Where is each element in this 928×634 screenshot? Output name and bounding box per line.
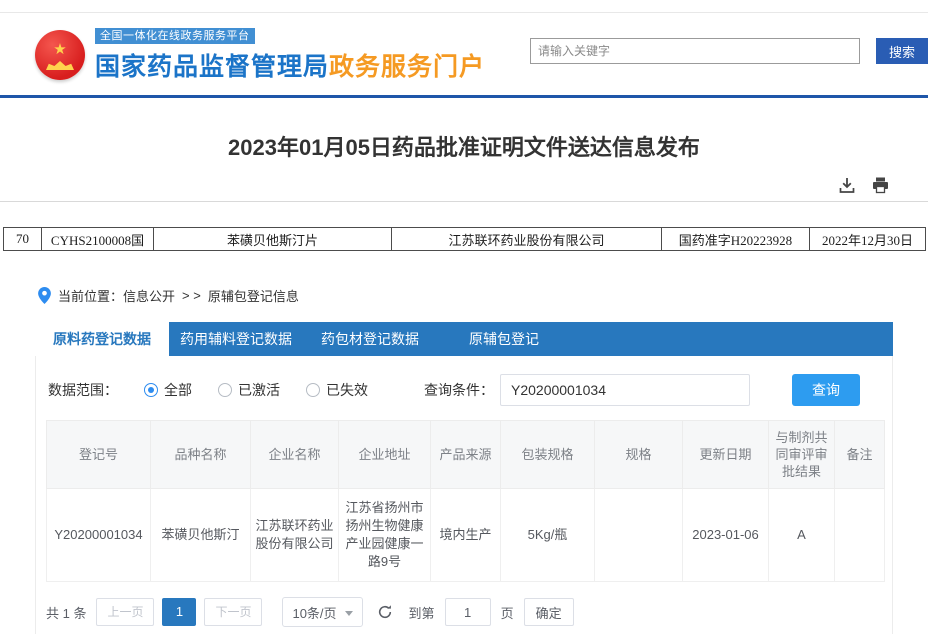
jump-unit: 页 xyxy=(501,603,514,622)
cell-company-address: 江苏省扬州市扬州生物健康产业园健康一路9号 xyxy=(339,489,431,582)
col-product-source: 产品来源 xyxy=(431,421,501,489)
site-name: 国家药品监督管理局 xyxy=(95,53,329,81)
col-spec: 规格 xyxy=(595,421,683,489)
pagination: 共 1 条 上一页 1 下一页 10条/页 到第 页 确定 xyxy=(46,597,882,627)
registry-panel: 原料药登记数据 药用辅料登记数据 药包材登记数据 原辅包登记 数据范围： 全部 … xyxy=(35,322,893,634)
document-actions xyxy=(0,176,928,194)
page-root: ★ 全国一体化在线政务服务平台 国家药品监督管理局政务服务门户 搜索 2023年… xyxy=(0,0,928,634)
confirm-button[interactable]: 确定 xyxy=(524,598,574,626)
chevron-down-icon xyxy=(345,611,353,616)
page-title: 2023年01月05日药品批准证明文件送达信息发布 xyxy=(0,130,928,162)
national-emblem-logo: ★ xyxy=(35,30,85,80)
registry-data-table: 登记号 品种名称 企业名称 企业地址 产品来源 包装规格 规格 更新日期 与制剂… xyxy=(46,420,885,582)
approval-date: 2022年12月30日 xyxy=(810,228,926,251)
tab-apie-registration[interactable]: 原辅包登记 xyxy=(437,322,571,356)
pagination-total: 共 1 条 xyxy=(46,603,86,622)
radio-option-expired[interactable]: 已失效 xyxy=(306,380,368,400)
tab-packaging-material-data[interactable]: 药包材登记数据 xyxy=(303,322,437,356)
jump-label: 到第 xyxy=(409,603,435,622)
next-page-button[interactable]: 下一页 xyxy=(204,598,262,626)
emblem-star-icon: ★ xyxy=(53,42,66,57)
refresh-icon[interactable] xyxy=(377,604,393,620)
query-button[interactable]: 查询 xyxy=(792,374,860,406)
radio-label-all: 全部 xyxy=(164,380,192,400)
approval-drug-name: 苯磺贝他斯汀片 xyxy=(154,228,392,251)
table-row: Y20200001034 苯磺贝他斯汀 江苏联环药业股份有限公司 江苏省扬州市扬… xyxy=(47,489,885,582)
radio-label-active: 已激活 xyxy=(238,380,280,400)
approval-acceptance-no: CYHS2100008国 xyxy=(42,228,154,251)
search-button[interactable]: 搜索 xyxy=(876,38,928,64)
prev-page-button[interactable]: 上一页 xyxy=(96,598,154,626)
condition-label: 查询条件： xyxy=(424,380,494,400)
radio-unselected-icon[interactable] xyxy=(306,383,320,397)
cell-spec xyxy=(595,489,683,582)
top-divider xyxy=(0,0,928,13)
cell-company-name: 江苏联环药业股份有限公司 xyxy=(251,489,339,582)
approval-license-no: 国药准字H20223928 xyxy=(662,228,810,251)
breadcrumb-prefix: 当前位置：信息公开 xyxy=(58,286,175,305)
brand-block: 全国一体化在线政务服务平台 国家药品监督管理局政务服务门户 xyxy=(95,26,485,83)
tab-raw-material-data[interactable]: 原料药登记数据 xyxy=(35,322,169,356)
print-icon[interactable] xyxy=(871,176,890,194)
approval-index: 70 xyxy=(4,228,42,251)
col-joint-review-result: 与制剂共同审评审批结果 xyxy=(769,421,835,489)
col-remark: 备注 xyxy=(835,421,885,489)
header-search: 搜索 xyxy=(530,38,928,64)
header-divider xyxy=(0,95,928,98)
cell-remark xyxy=(835,489,885,582)
location-pin-icon xyxy=(38,287,51,304)
page-size-value: 10条/页 xyxy=(292,603,336,622)
cell-update-date: 2023-01-06 xyxy=(683,489,769,582)
portal-name: 政务服务门户 xyxy=(329,53,485,81)
col-variety-name: 品种名称 xyxy=(151,421,251,489)
breadcrumb: 当前位置：信息公开 > > 原辅包登记信息 xyxy=(38,286,928,305)
approval-notice-table: 70 CYHS2100008国 苯磺贝他斯汀片 江苏联环药业股份有限公司 国药准… xyxy=(3,227,926,251)
cell-registration-no: Y20200001034 xyxy=(47,489,151,582)
platform-badge: 全国一体化在线政务服务平台 xyxy=(95,28,255,44)
radio-option-all[interactable]: 全部 xyxy=(144,380,192,400)
cell-package-spec: 5Kg/瓶 xyxy=(501,489,595,582)
site-header: ★ 全国一体化在线政务服务平台 国家药品监督管理局政务服务门户 搜索 xyxy=(0,13,928,95)
site-title: 国家药品监督管理局政务服务门户 xyxy=(95,47,485,83)
radio-unselected-icon[interactable] xyxy=(218,383,232,397)
filter-row: 数据范围： 全部 已激活 已失效 查询条件： 查询 xyxy=(46,370,882,420)
jump-page-input[interactable] xyxy=(445,598,491,626)
approval-row: 70 CYHS2100008国 苯磺贝他斯汀片 江苏联环药业股份有限公司 国药准… xyxy=(4,228,926,251)
tab-excipient-data[interactable]: 药用辅料登记数据 xyxy=(169,322,303,356)
scope-label: 数据范围： xyxy=(48,380,118,400)
breadcrumb-separator: > > xyxy=(182,288,201,303)
col-company-address: 企业地址 xyxy=(339,421,431,489)
panel-body: 数据范围： 全部 已激活 已失效 查询条件： 查询 xyxy=(35,356,893,634)
search-input[interactable] xyxy=(530,38,860,64)
download-icon[interactable] xyxy=(838,176,856,194)
page-size-select[interactable]: 10条/页 xyxy=(282,597,362,627)
col-update-date: 更新日期 xyxy=(683,421,769,489)
page-number-button[interactable]: 1 xyxy=(162,598,196,626)
registry-tabbar: 原料药登记数据 药用辅料登记数据 药包材登记数据 原辅包登记 xyxy=(35,322,893,356)
title-divider xyxy=(0,201,928,202)
radio-option-active[interactable]: 已激活 xyxy=(218,380,280,400)
condition-input[interactable] xyxy=(500,374,750,406)
col-registration-no: 登记号 xyxy=(47,421,151,489)
cell-product-source: 境内生产 xyxy=(431,489,501,582)
col-package-spec: 包装规格 xyxy=(501,421,595,489)
breadcrumb-current[interactable]: 原辅包登记信息 xyxy=(208,286,299,305)
radio-label-expired: 已失效 xyxy=(326,380,368,400)
cell-joint-review-result: A xyxy=(769,489,835,582)
approval-company: 江苏联环药业股份有限公司 xyxy=(392,228,662,251)
table-header-row: 登记号 品种名称 企业名称 企业地址 产品来源 包装规格 规格 更新日期 与制剂… xyxy=(47,421,885,489)
cell-variety-name: 苯磺贝他斯汀 xyxy=(151,489,251,582)
col-company-name: 企业名称 xyxy=(251,421,339,489)
radio-selected-icon[interactable] xyxy=(144,383,158,397)
